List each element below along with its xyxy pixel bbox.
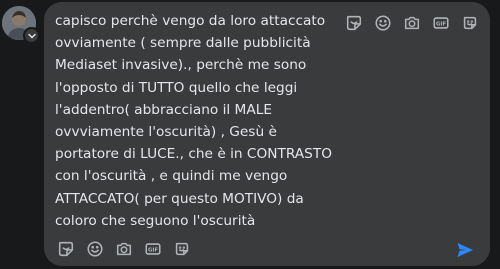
- send-button[interactable]: [453, 238, 477, 262]
- svg-text:GIF: GIF: [148, 247, 158, 253]
- avatar-menu-chevron-icon[interactable]: [23, 27, 40, 44]
- emoji-icon[interactable]: [84, 238, 106, 260]
- camera-icon[interactable]: [113, 238, 135, 260]
- sticker-icon[interactable]: [343, 12, 365, 34]
- comment-text-input[interactable]: capisco perchè vengo da loro attaccato o…: [55, 10, 351, 232]
- emoji-icon[interactable]: [372, 12, 394, 34]
- avatar-sticker-icon[interactable]: [459, 12, 481, 34]
- send-icon: [457, 243, 473, 257]
- composer-toolbar-top: GIF: [343, 12, 481, 34]
- comment-composer[interactable]: capisco perchè vengo da loro attaccato o…: [44, 2, 490, 266]
- composer-toolbar-bottom: GIF: [55, 238, 193, 260]
- avatar-sticker-icon[interactable]: [171, 238, 193, 260]
- svg-text:GIF: GIF: [436, 21, 446, 27]
- user-avatar[interactable]: [2, 6, 40, 44]
- gif-icon[interactable]: GIF: [430, 12, 452, 34]
- camera-icon[interactable]: [401, 12, 423, 34]
- gif-icon[interactable]: GIF: [142, 238, 164, 260]
- sticker-icon[interactable]: [55, 238, 77, 260]
